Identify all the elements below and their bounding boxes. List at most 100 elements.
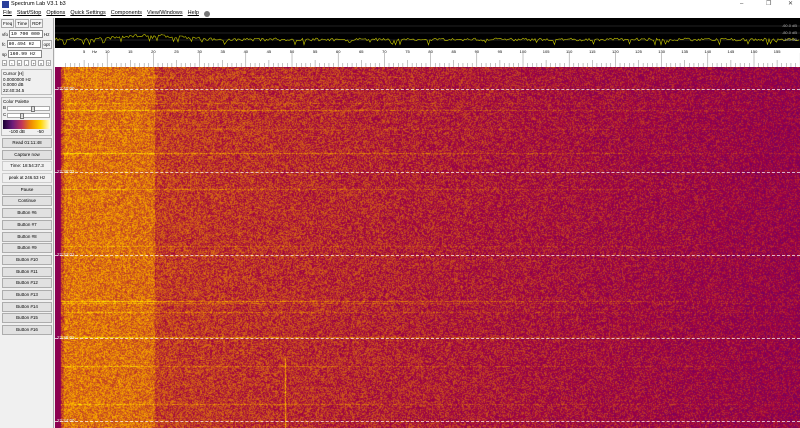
- panel-button-peak-at-246-53-hz[interactable]: peak at 246.53 Hz: [2, 173, 52, 183]
- waterfall-time-label: 22:24:00: [57, 418, 75, 423]
- panel-button-read-01-11-48[interactable]: Read 01:11:48: [2, 138, 52, 148]
- scale-label: 115: [589, 49, 596, 54]
- contrast-label: C: [3, 112, 6, 118]
- time-gridline: [55, 255, 800, 256]
- zoom-out-button[interactable]: -: [24, 60, 29, 66]
- panel-button-button-13[interactable]: Button #13: [2, 290, 52, 300]
- waterfall-time-label: 22:36:01: [57, 169, 75, 174]
- scale-label: 35: [220, 49, 225, 54]
- panel-button-button-14[interactable]: Button #14: [2, 302, 52, 312]
- panel-button-button-10[interactable]: Button #10: [2, 255, 52, 265]
- scale-label: 80: [428, 49, 433, 54]
- color-palette: Color Palette B C -100 dB -50: [1, 97, 52, 136]
- scale-label: 120: [612, 49, 619, 54]
- waterfall-time-label: 22:40:00: [57, 86, 75, 91]
- waterfall-time-label: 22:32:01: [57, 252, 75, 257]
- palette-min: -100 dB: [9, 129, 25, 135]
- scale-label: 60: [336, 49, 341, 54]
- control-panel: Freq Time RDF vfo Hz fc opt sp « ‹ » - + ×…: [0, 18, 54, 428]
- menu-options[interactable]: Options: [46, 9, 65, 18]
- contrast-slider[interactable]: [7, 113, 50, 118]
- waterfall-display[interactable]: [55, 67, 800, 428]
- fc-label: fc: [2, 42, 6, 47]
- cursor-info: Cursor [H] 0.0000000 Hz 0.0000 dB 22:40:…: [1, 69, 52, 95]
- vfo-unit: Hz: [44, 32, 50, 37]
- tab-freq[interactable]: Freq: [1, 19, 14, 28]
- time-gridline: [55, 172, 800, 173]
- scale-label: 135: [681, 49, 688, 54]
- app-icon: [2, 1, 9, 8]
- panel-button-pause[interactable]: Pause: [2, 185, 52, 195]
- time-gridline: [55, 421, 800, 422]
- scale-label: 130: [658, 49, 665, 54]
- scale-label: 40: [244, 49, 249, 54]
- time-gridline: [55, 89, 800, 90]
- scale-label: 70: [382, 49, 387, 54]
- scale-label: 140: [704, 49, 711, 54]
- scale-label: 5: [83, 49, 86, 54]
- sp-label: sp: [2, 52, 7, 57]
- scroll-far-left-button[interactable]: «: [2, 60, 7, 66]
- brightness-label: B: [3, 105, 6, 111]
- record-status-icon[interactable]: [204, 11, 210, 17]
- db-label: -100 dB: [783, 37, 797, 42]
- vfo-input[interactable]: [9, 30, 43, 38]
- scroll-far-right-button[interactable]: »: [17, 60, 22, 66]
- panel-button-continue[interactable]: Continue: [2, 196, 52, 206]
- zoom-in-button[interactable]: +: [31, 60, 36, 66]
- palette-gradient: [3, 120, 50, 129]
- panel-button-capture-now[interactable]: Capture now: [2, 150, 52, 160]
- menu-view-windows[interactable]: View/Windows: [147, 9, 183, 18]
- opt-button[interactable]: opt: [42, 40, 52, 49]
- fc-input[interactable]: [7, 40, 41, 48]
- scale-label: 95: [498, 49, 503, 54]
- span-input[interactable]: [8, 50, 42, 58]
- scale-label: 75: [405, 49, 410, 54]
- scale-label: 65: [359, 49, 364, 54]
- panel-button-button-6[interactable]: Button #6: [2, 208, 52, 218]
- scale-label: 55: [313, 49, 318, 54]
- menu-bar: File Start/Stop Options Quick Settings C…: [0, 9, 800, 18]
- panel-button-button-7[interactable]: Button #7: [2, 220, 52, 230]
- help-button[interactable]: ?: [46, 60, 51, 66]
- frequency-scale[interactable]: 5 10 15 20 25 30 35 40 45 50 55 60 65 70 75 80 85 90 95 100…: [55, 48, 800, 67]
- db-label: -80.0 dB: [782, 30, 797, 35]
- spectrum-graph[interactable]: -60.0 dB -80.0 dB -100 dB: [55, 18, 800, 48]
- palette-max: -50: [37, 129, 44, 135]
- scale-label: 20: [151, 49, 156, 54]
- scale-label: 90: [475, 49, 480, 54]
- title-bar: Spectrum Lab V3.1 b3 – ❐ ✕: [0, 0, 800, 9]
- tab-time[interactable]: Time: [15, 19, 29, 28]
- panel-button-button-15[interactable]: Button #15: [2, 313, 52, 323]
- panel-button-time-18-54-37-3[interactable]: Time: 18:54:37.3: [2, 161, 52, 171]
- scale-label: 100: [520, 49, 527, 54]
- panel-button-button-11[interactable]: Button #11: [2, 267, 52, 277]
- scale-label: 110: [566, 49, 573, 54]
- panel-button-button-16[interactable]: Button #16: [2, 325, 52, 335]
- panel-button-button-12[interactable]: Button #12: [2, 278, 52, 288]
- menu-components[interactable]: Components: [111, 9, 142, 18]
- scale-label: 145: [728, 49, 735, 54]
- reset-button[interactable]: ×: [38, 60, 43, 66]
- cursor-time: 22:40:34.5: [3, 88, 50, 94]
- scale-label: 10: [105, 49, 110, 54]
- brightness-slider[interactable]: [7, 106, 50, 111]
- panel-button-button-9[interactable]: Button #9: [2, 243, 52, 253]
- scale-label: 25: [174, 49, 179, 54]
- tab-rdf[interactable]: RDF: [30, 19, 43, 28]
- db-label: -60.0 dB: [782, 23, 797, 28]
- scale-label: 30: [197, 49, 202, 54]
- scale-label: 155: [774, 49, 781, 54]
- close-button[interactable]: ✕: [788, 0, 793, 9]
- scale-label: 85: [451, 49, 456, 54]
- scale-label: 15: [128, 49, 133, 54]
- maximize-button[interactable]: ❐: [766, 0, 771, 9]
- panel-button-button-8[interactable]: Button #8: [2, 232, 52, 242]
- minimize-button[interactable]: –: [740, 0, 743, 9]
- scroll-left-button[interactable]: ‹: [9, 60, 14, 66]
- menu-start-stop[interactable]: Start/Stop: [17, 9, 41, 18]
- menu-quick-settings[interactable]: Quick Settings: [70, 9, 105, 18]
- menu-help[interactable]: Help: [188, 9, 199, 18]
- menu-file[interactable]: File: [3, 9, 12, 18]
- scale-label: 45: [267, 49, 272, 54]
